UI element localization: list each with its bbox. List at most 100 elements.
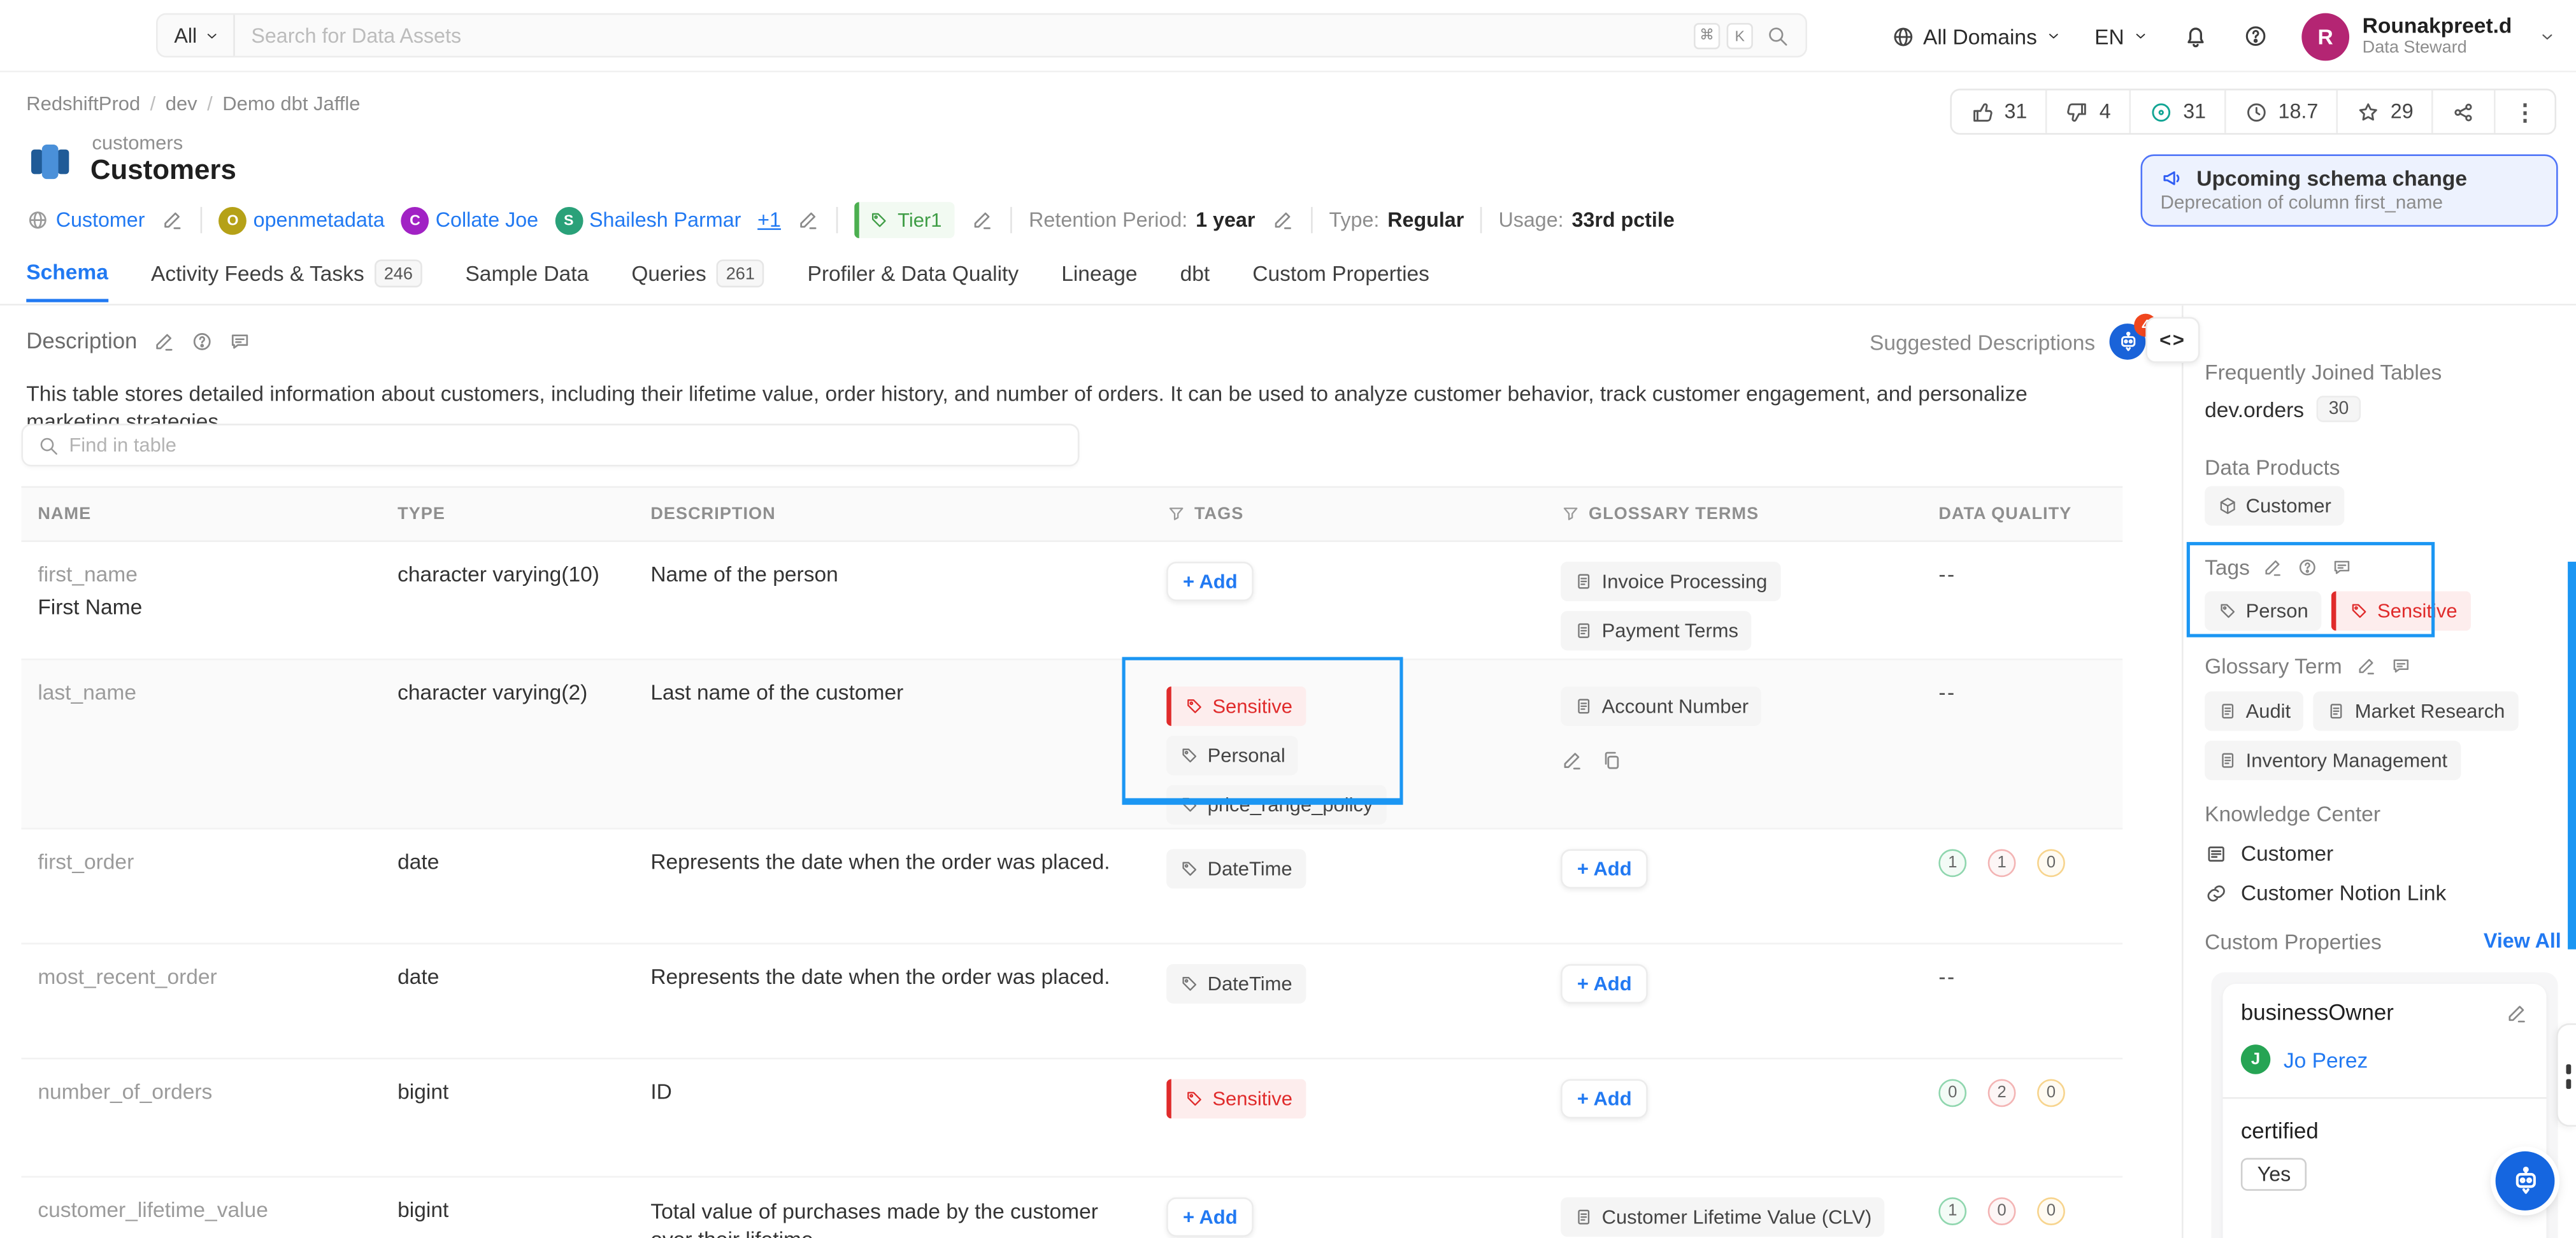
tab-lineage[interactable]: Lineage [1061, 259, 1137, 302]
tab-dbt[interactable]: dbt [1180, 259, 1210, 302]
knowledge-item-label[interactable]: Customer Notion Link [2241, 880, 2446, 905]
table-row[interactable]: last_name character varying(2) Last name… [22, 660, 2123, 830]
upvote-button[interactable]: 31 [1952, 90, 2047, 133]
copy-icon[interactable] [1600, 749, 1623, 772]
dq-aborted-badge[interactable]: 0 [2037, 1079, 2065, 1107]
table-row[interactable]: number_of_orders bigint ID Sensitive + A… [22, 1060, 2123, 1178]
find-in-table[interactable] [22, 423, 1080, 466]
table-row[interactable]: first_name First Name character varying(… [22, 542, 2123, 660]
edit-retention-icon[interactable] [1271, 209, 1294, 232]
user-avatar[interactable]: R [2301, 12, 2349, 60]
glossary-term-pill[interactable]: Inventory Management [2205, 741, 2461, 780]
help-icon[interactable] [2242, 23, 2268, 49]
owner-chip[interactable]: S Shailesh Parmar [555, 206, 741, 234]
tag-pill[interactable]: DateTime [1166, 964, 1305, 1004]
tab-queries[interactable]: Queries261 [631, 259, 764, 302]
global-search-bar[interactable]: All ⌘ K [156, 13, 1807, 58]
dq-failed-badge[interactable]: 2 [1988, 1079, 2016, 1107]
edit-tier-icon[interactable] [971, 209, 994, 232]
view-all-link[interactable]: View All [2484, 930, 2561, 953]
add-tag-button[interactable]: + Add [1166, 562, 1254, 601]
ai-bot-button[interactable]: 4 [2110, 324, 2146, 360]
more-actions-button[interactable]: ⋮ [2496, 90, 2555, 133]
schema-change-banner[interactable]: Upcoming schema change Deprecation of co… [2141, 154, 2558, 226]
edit-glossary-icon[interactable] [1561, 749, 1584, 772]
search-icon[interactable] [1766, 24, 1789, 46]
table-row[interactable]: most_recent_order date Represents the da… [22, 944, 2123, 1060]
dq-aborted-badge[interactable]: 0 [2037, 849, 2065, 877]
star-button[interactable]: 29 [2338, 90, 2433, 133]
column-name[interactable]: last_name [38, 680, 368, 705]
comment-icon[interactable] [2332, 557, 2354, 578]
owner-chip[interactable]: O openmetadata [219, 206, 385, 234]
data-product-pill[interactable]: Customer [2205, 486, 2344, 525]
tag-pill-sensitive[interactable]: Sensitive [2331, 591, 2470, 630]
domains-dropdown[interactable]: All Domains [1890, 24, 2061, 48]
breadcrumb-item[interactable]: RedshiftProd [26, 92, 140, 115]
edit-domain-icon[interactable] [161, 209, 184, 232]
breadcrumb-item[interactable]: dev [166, 92, 197, 115]
glossary-term-pill[interactable]: Payment Terms [1561, 611, 1752, 650]
owner-chip[interactable]: C Collate Joe [401, 206, 538, 234]
open-tasks-button[interactable]: 31 [2131, 90, 2226, 133]
frequently-joined-item[interactable]: dev.orders 30 [2205, 396, 2360, 422]
tag-pill-sensitive[interactable]: Sensitive [1166, 687, 1305, 726]
filter-funnel-icon[interactable] [1561, 504, 1580, 524]
tab-schema[interactable]: Schema [26, 259, 108, 302]
dq-passed-badge[interactable]: 0 [1938, 1079, 1966, 1107]
knowledge-item[interactable]: Customer [2205, 841, 2333, 865]
glossary-term-pill[interactable]: Customer Lifetime Value (CLV) [1561, 1197, 1885, 1237]
column-name[interactable]: customer_lifetime_value [38, 1197, 368, 1222]
knowledge-item-label[interactable]: Customer [2241, 841, 2333, 865]
table-row[interactable]: customer_lifetime_value bigint Total val… [22, 1178, 2123, 1238]
joined-table-link[interactable]: dev.orders [2205, 397, 2304, 422]
chatbot-fab-button[interactable] [2496, 1151, 2555, 1211]
glossary-term-pill[interactable]: Invoice Processing [1561, 562, 1780, 601]
tier-badge[interactable]: Tier1 [855, 202, 955, 238]
owner-link[interactable]: openmetadata [254, 209, 385, 232]
notifications-bell-icon[interactable] [2182, 22, 2210, 50]
dq-passed-badge[interactable]: 1 [1938, 849, 1966, 877]
request-tags-icon[interactable] [2298, 557, 2319, 578]
domain-chip[interactable]: Customer [26, 209, 145, 232]
add-glossary-term-button[interactable]: + Add [1561, 964, 1648, 1004]
drawer-handle[interactable] [2556, 1023, 2576, 1127]
edit-tags-icon[interactable] [2263, 557, 2285, 578]
find-in-table-input[interactable] [69, 434, 1063, 457]
tag-pill[interactable]: Personal [1166, 736, 1298, 775]
tag-pill-sensitive[interactable]: Sensitive [1166, 1079, 1305, 1118]
suggested-descriptions[interactable]: Suggested Descriptions 4 [1870, 324, 2146, 360]
downvote-button[interactable]: 4 [2047, 90, 2130, 133]
edit-description-icon[interactable] [152, 329, 175, 352]
add-glossary-term-button[interactable]: + Add [1561, 1079, 1648, 1118]
domain-link[interactable]: Customer [56, 209, 145, 232]
tag-pill[interactable]: DateTime [1166, 849, 1305, 888]
knowledge-item[interactable]: Customer Notion Link [2205, 880, 2446, 905]
comment-icon[interactable] [227, 329, 250, 352]
column-name[interactable]: first_name [38, 562, 368, 587]
tag-pill[interactable]: price_range_policy [1166, 785, 1386, 825]
breadcrumb-item[interactable]: Demo dbt Jaffle [222, 92, 360, 115]
dq-failed-badge[interactable]: 1 [1988, 849, 2016, 877]
dq-passed-badge[interactable]: 1 [1938, 1197, 1966, 1225]
search-scope-dropdown[interactable]: All [158, 15, 235, 55]
share-button[interactable] [2433, 90, 2496, 133]
search-input[interactable] [235, 24, 1694, 46]
column-name[interactable]: number_of_orders [38, 1079, 368, 1104]
owner-link[interactable]: Collate Joe [436, 209, 538, 232]
column-name[interactable]: first_order [38, 849, 368, 874]
table-row[interactable]: first_order date Represents the date whe… [22, 829, 2123, 944]
more-owners-link[interactable]: +1 [757, 209, 781, 232]
property-value-link[interactable]: Jo Perez [2284, 1047, 2368, 1072]
edit-glossary-icon[interactable] [2355, 655, 2377, 677]
tab-custom-properties[interactable]: Custom Properties [1252, 259, 1429, 302]
column-name[interactable]: most_recent_order [38, 964, 368, 989]
edit-property-icon[interactable] [2505, 1001, 2528, 1024]
dq-failed-badge[interactable]: 0 [1988, 1197, 2016, 1225]
freshness-button[interactable]: 18.7 [2226, 90, 2338, 133]
owner-link[interactable]: Shailesh Parmar [589, 209, 741, 232]
glossary-term-pill[interactable]: Account Number [1561, 687, 1762, 726]
request-description-icon[interactable] [190, 329, 213, 352]
tab-activity-feeds[interactable]: Activity Feeds & Tasks246 [151, 259, 422, 302]
dq-aborted-badge[interactable]: 0 [2037, 1197, 2065, 1225]
